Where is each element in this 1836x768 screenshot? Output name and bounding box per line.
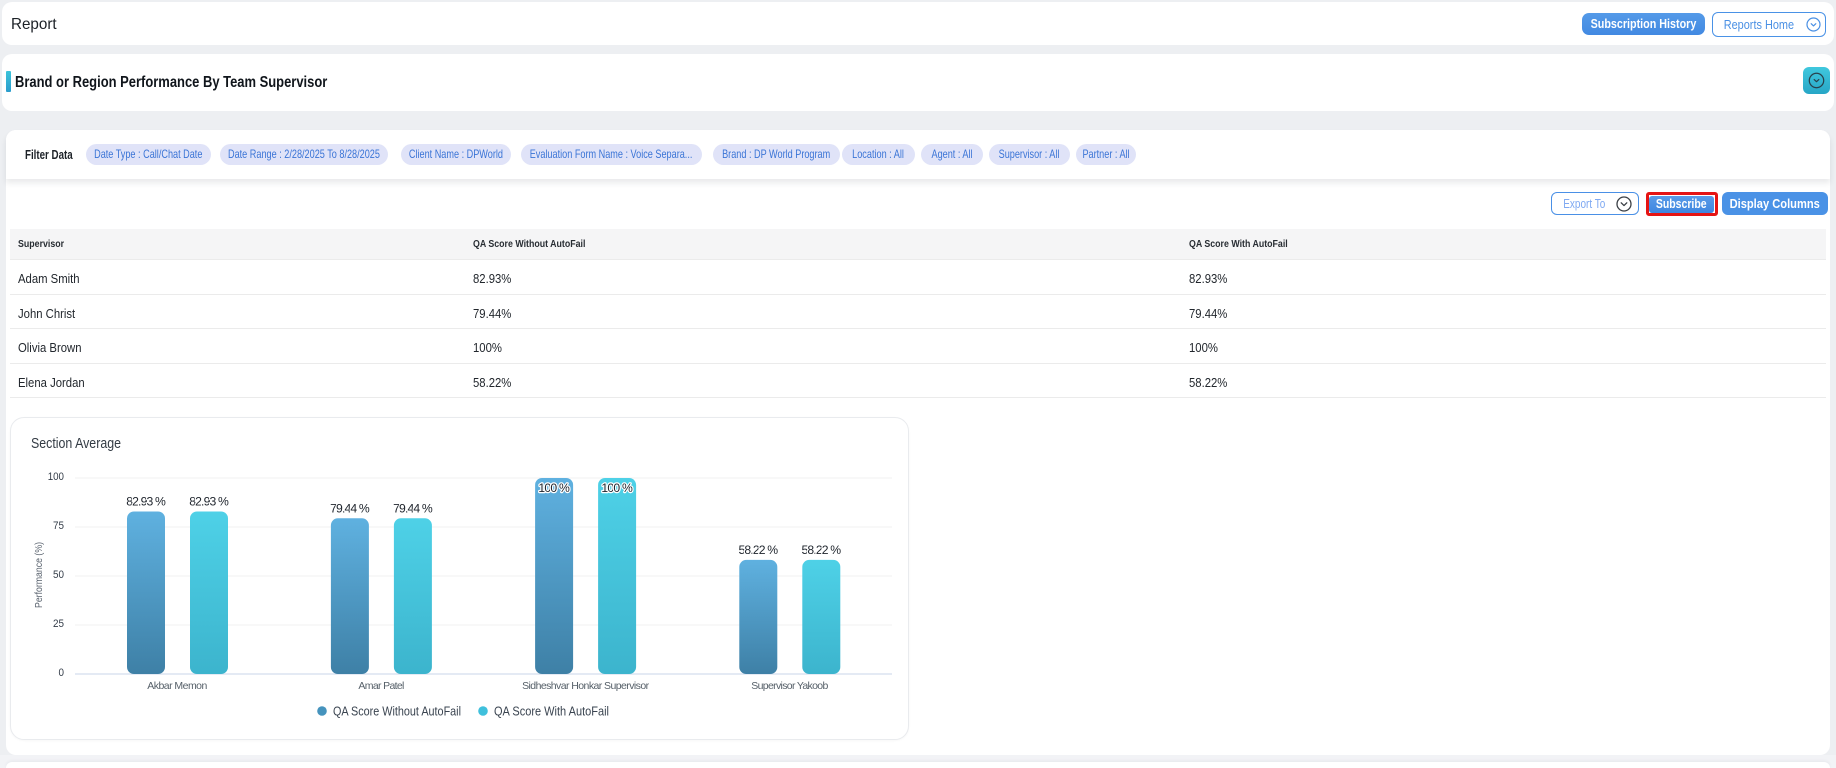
- svg-text:Sidheshvar Honkar Supervisor: Sidheshvar Honkar Supervisor: [522, 680, 650, 692]
- svg-text:Amar Patel: Amar Patel: [358, 680, 404, 692]
- svg-text:QA Score Without AutoFail: QA Score Without AutoFail: [333, 705, 461, 719]
- svg-text:Supervisor Yakoob: Supervisor Yakoob: [751, 680, 828, 692]
- svg-text:100 %: 100 %: [601, 481, 633, 495]
- svg-text:50: 50: [53, 569, 64, 581]
- svg-text:Performance (%): Performance (%): [33, 542, 45, 608]
- svg-text:Akbar Memon: Akbar Memon: [147, 680, 207, 692]
- svg-text:58.22 %: 58.22 %: [739, 543, 779, 557]
- svg-text:0: 0: [59, 667, 65, 679]
- svg-text:58.22 %: 58.22 %: [802, 543, 842, 557]
- svg-text:82.93 %: 82.93 %: [189, 495, 229, 509]
- svg-text:100 %: 100 %: [538, 481, 570, 495]
- svg-text:25: 25: [53, 618, 64, 630]
- svg-text:QA Score With AutoFail: QA Score With AutoFail: [494, 705, 609, 719]
- svg-text:75: 75: [53, 520, 64, 532]
- svg-text:79.44 %: 79.44 %: [330, 502, 370, 516]
- svg-text:82.93 %: 82.93 %: [126, 495, 166, 509]
- svg-text:100: 100: [48, 471, 64, 483]
- svg-text:Section Average: Section Average: [31, 436, 121, 452]
- svg-text:79.44 %: 79.44 %: [393, 502, 433, 516]
